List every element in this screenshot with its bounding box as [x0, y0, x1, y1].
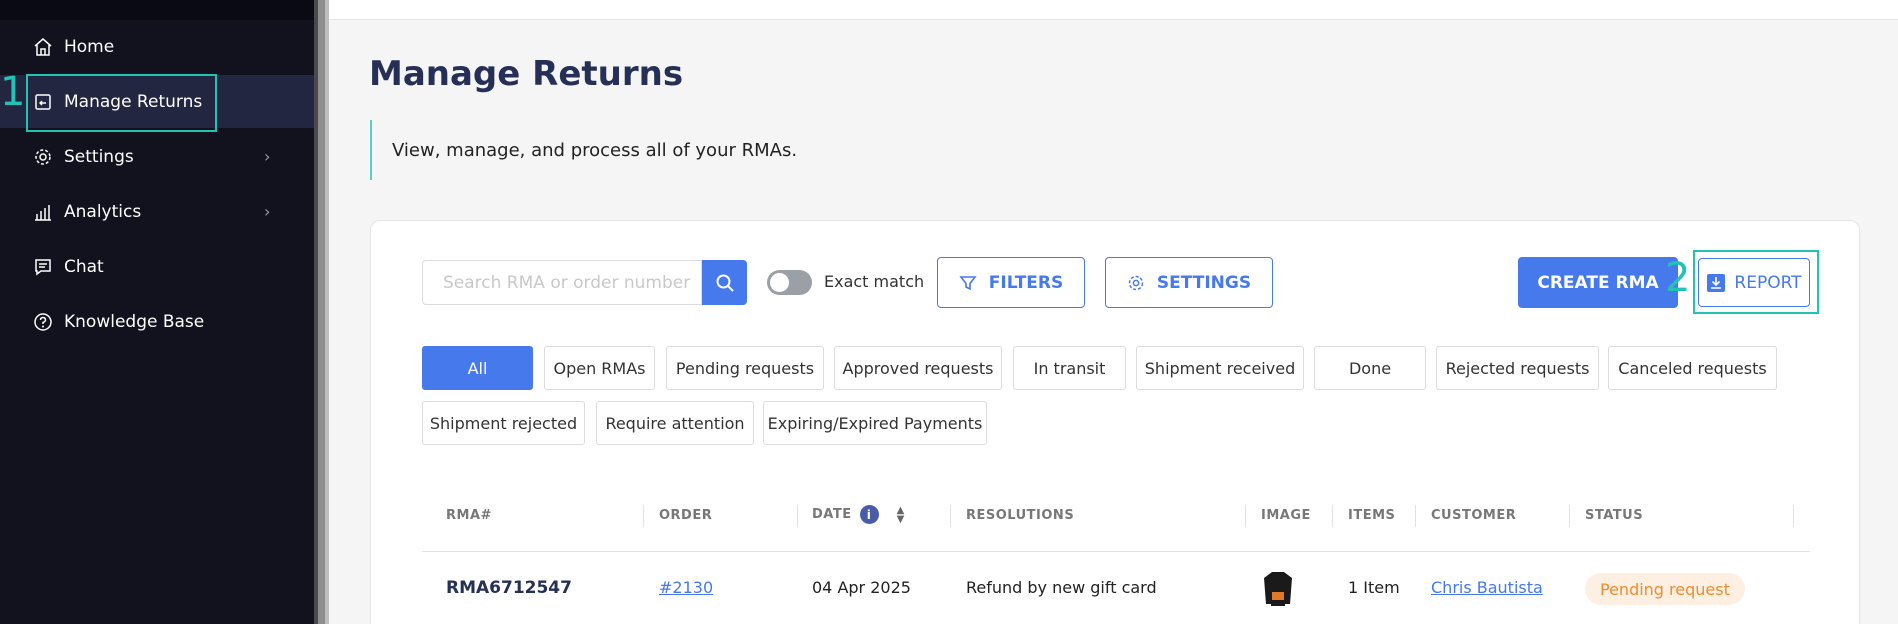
page-description-text: View, manage, and process all of your RM… — [392, 139, 798, 161]
chip-shipment-received[interactable]: Shipment received — [1136, 346, 1304, 390]
column-header-items[interactable]: ITEMS — [1348, 508, 1395, 523]
search-icon — [716, 274, 734, 292]
chip-approved-requests[interactable]: Approved requests — [834, 346, 1002, 390]
top-bar — [329, 0, 1898, 20]
order-link[interactable]: #2130 — [659, 578, 713, 597]
column-header-date[interactable]: DATE i ▲ ▼ — [812, 505, 905, 524]
exact-match-toggle[interactable] — [767, 270, 812, 295]
column-separator — [643, 505, 644, 527]
chevron-right-icon: › — [264, 147, 271, 166]
settings-label: SETTINGS — [1156, 272, 1252, 293]
sidebar-item-home[interactable]: Home — [0, 20, 314, 73]
filters-button[interactable]: FILTERS — [937, 257, 1085, 308]
column-separator — [1332, 505, 1333, 527]
chip-done[interactable]: Done — [1314, 346, 1426, 390]
item-count: 1 Item — [1348, 578, 1400, 597]
chip-require-attention[interactable]: Require attention — [596, 401, 754, 445]
rma-date: 04 Apr 2025 — [812, 578, 911, 597]
status-badge: Pending request — [1585, 573, 1745, 605]
table-header-divider — [422, 551, 1810, 552]
home-icon — [32, 36, 54, 58]
chip-expiring-payments[interactable]: Expiring/Expired Payments — [763, 401, 987, 445]
sweater-image-icon — [1264, 572, 1292, 606]
help-circle-icon — [32, 311, 54, 333]
settings-button[interactable]: SETTINGS — [1105, 257, 1273, 308]
chevron-right-icon: › — [264, 202, 271, 221]
column-separator — [1245, 505, 1246, 527]
chip-in-transit[interactable]: In transit — [1013, 346, 1126, 390]
chip-open-rmas[interactable]: Open RMAs — [544, 346, 655, 390]
sort-icon[interactable]: ▲ ▼ — [897, 505, 905, 524]
page-title: Manage Returns — [369, 54, 684, 94]
exact-match-label: Exact match — [824, 272, 925, 291]
rma-number[interactable]: RMA6712547 — [446, 578, 572, 598]
chip-rejected-requests[interactable]: Rejected requests — [1436, 346, 1599, 390]
sidebar-item-analytics[interactable]: Analytics › — [0, 185, 314, 238]
column-separator — [797, 505, 798, 527]
annotation-box-1 — [26, 74, 217, 132]
sidebar-item-knowledge-base[interactable]: Knowledge Base — [0, 295, 314, 348]
column-header-rma[interactable]: RMA# — [446, 508, 492, 523]
product-thumbnail[interactable] — [1263, 570, 1293, 608]
annotation-number-2: 2 — [1665, 255, 1691, 301]
column-header-image[interactable]: IMAGE — [1261, 508, 1311, 523]
sidebar-item-label: Analytics — [64, 201, 142, 222]
bar-chart-icon — [32, 201, 54, 223]
column-separator — [1793, 505, 1794, 527]
sidebar-item-label: Chat — [64, 256, 104, 277]
page-description: View, manage, and process all of your RM… — [370, 120, 797, 180]
column-header-order[interactable]: ORDER — [659, 508, 712, 523]
sidebar-item-label: Home — [64, 36, 115, 57]
chip-all[interactable]: All — [422, 346, 533, 390]
column-header-status[interactable]: STATUS — [1585, 508, 1643, 523]
gear-icon — [32, 146, 54, 168]
info-icon[interactable]: i — [859, 505, 879, 524]
search-input[interactable]: Search RMA or order number — [422, 260, 702, 305]
create-rma-button[interactable]: CREATE RMA — [1518, 257, 1678, 308]
filter-icon — [959, 275, 977, 290]
annotation-box-2 — [1693, 250, 1819, 314]
sidebar-divider — [314, 0, 329, 624]
sidebar-item-chat[interactable]: Chat — [0, 240, 314, 293]
filters-label: FILTERS — [988, 272, 1064, 293]
gear-icon — [1128, 275, 1144, 290]
column-header-date-label: DATE — [812, 507, 852, 522]
column-header-customer[interactable]: CUSTOMER — [1431, 508, 1516, 523]
chip-canceled-requests[interactable]: Canceled requests — [1608, 346, 1777, 390]
sidebar-item-settings[interactable]: Settings › — [0, 130, 314, 183]
column-separator — [1569, 505, 1570, 527]
sidebar-top-band — [0, 0, 314, 20]
sidebar-item-label: Knowledge Base — [64, 311, 205, 332]
column-separator — [950, 505, 951, 527]
sidebar-item-label: Settings — [64, 146, 134, 167]
annotation-number-1: 1 — [0, 69, 26, 115]
chip-shipment-rejected[interactable]: Shipment rejected — [422, 401, 585, 445]
customer-link[interactable]: Chris Bautista — [1431, 578, 1543, 597]
search-button[interactable] — [702, 260, 747, 305]
chip-pending-requests[interactable]: Pending requests — [666, 346, 824, 390]
chat-icon — [32, 256, 54, 278]
toggle-knob — [770, 273, 789, 292]
column-separator — [1415, 505, 1416, 527]
column-header-resolutions[interactable]: RESOLUTIONS — [966, 508, 1074, 523]
rma-resolution: Refund by new gift card — [966, 578, 1157, 597]
